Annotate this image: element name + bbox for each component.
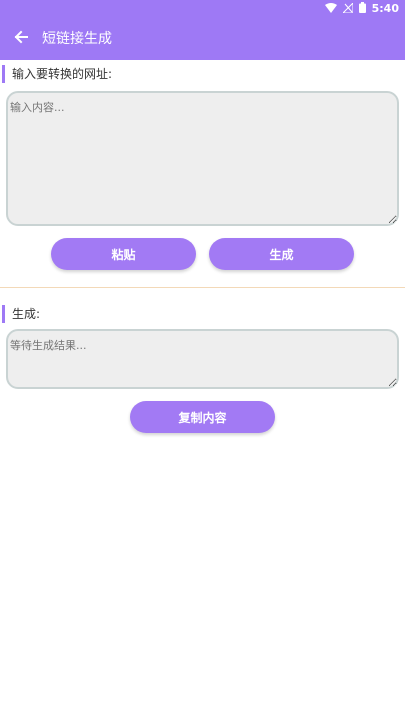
section-divider [0, 287, 405, 288]
arrow-left-icon [13, 29, 29, 49]
page-title: 短链接生成 [42, 31, 112, 47]
battery-icon [358, 2, 366, 16]
copy-button[interactable]: 复制内容 [130, 401, 275, 433]
status-bar: 5:40 [0, 0, 405, 18]
input-section-label: 输入要转换的网址: [0, 65, 112, 83]
result-section-label: 生成: [0, 305, 40, 323]
status-time: 5:40 [371, 2, 399, 15]
generate-button[interactable]: 生成 [209, 238, 354, 270]
paste-button[interactable]: 粘贴 [51, 238, 196, 270]
result-output[interactable] [6, 329, 399, 389]
wifi-icon [324, 2, 337, 16]
url-input[interactable] [6, 91, 399, 226]
back-button[interactable] [10, 28, 32, 50]
status-icons: 5:40 [324, 1, 399, 16]
app-bar: 短链接生成 [0, 18, 405, 60]
signal-icon [341, 1, 354, 16]
